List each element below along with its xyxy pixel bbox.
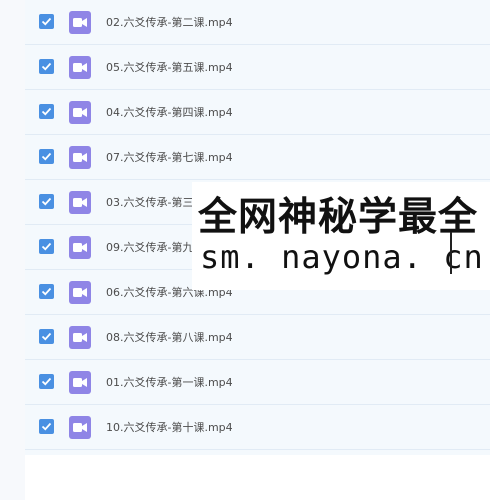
checkbox[interactable] xyxy=(39,14,54,29)
video-file-icon xyxy=(69,56,91,79)
file-name[interactable]: 04.六爻传承-第四课.mp4 xyxy=(106,90,233,135)
file-name[interactable]: 05.六爻传承-第五课.mp4 xyxy=(106,45,233,90)
checkbox[interactable] xyxy=(39,374,54,389)
file-row[interactable]: 08.六爻传承-第八课.mp4 xyxy=(25,315,490,360)
file-name[interactable]: 02.六爻传承-第二课.mp4 xyxy=(106,0,233,45)
watermark-title: 全网神秘学最全 xyxy=(198,195,479,240)
file-row[interactable]: 04.六爻传承-第四课.mp4 xyxy=(25,90,490,135)
watermark-url: sm. nayona. cn xyxy=(200,238,484,276)
video-file-icon xyxy=(69,191,91,214)
checkmark-icon xyxy=(41,332,52,341)
video-file-icon xyxy=(69,371,91,394)
watermark-overlay: 全网神秘学最全 sm. nayona. cn xyxy=(192,182,490,290)
file-name[interactable]: 10.六爻传承-第十课.mp4 xyxy=(106,405,233,450)
left-gutter xyxy=(0,0,25,500)
file-row[interactable]: 02.六爻传承-第二课.mp4 xyxy=(25,0,490,45)
checkmark-icon xyxy=(41,242,52,251)
checkmark-icon xyxy=(41,107,52,116)
checkmark-icon xyxy=(41,152,52,161)
checkmark-icon xyxy=(41,422,52,431)
video-file-icon xyxy=(69,416,91,439)
checkbox[interactable] xyxy=(39,329,54,344)
checkbox[interactable] xyxy=(39,59,54,74)
checkbox[interactable] xyxy=(39,239,54,254)
file-row[interactable]: 01.六爻传承-第一课.mp4 xyxy=(25,360,490,405)
video-file-icon xyxy=(69,11,91,34)
file-row[interactable]: 05.六爻传承-第五课.mp4 xyxy=(25,45,490,90)
checkbox[interactable] xyxy=(39,419,54,434)
checkmark-icon xyxy=(41,197,52,206)
checkbox[interactable] xyxy=(39,284,54,299)
video-file-icon xyxy=(69,326,91,349)
text-cursor xyxy=(450,232,452,274)
video-file-icon xyxy=(69,281,91,304)
checkmark-icon xyxy=(41,62,52,71)
file-row[interactable]: 07.六爻传承-第七课.mp4 xyxy=(25,135,490,180)
file-row[interactable]: 10.六爻传承-第十课.mp4 xyxy=(25,405,490,450)
video-file-icon xyxy=(69,146,91,169)
checkbox[interactable] xyxy=(39,104,54,119)
checkmark-icon xyxy=(41,17,52,26)
file-name[interactable]: 01.六爻传承-第一课.mp4 xyxy=(106,360,233,405)
checkbox[interactable] xyxy=(39,194,54,209)
checkmark-icon xyxy=(41,377,52,386)
checkbox[interactable] xyxy=(39,149,54,164)
video-file-icon xyxy=(69,236,91,259)
checkmark-icon xyxy=(41,287,52,296)
file-name[interactable]: 07.六爻传承-第七课.mp4 xyxy=(106,135,233,180)
video-file-icon xyxy=(69,101,91,124)
file-name[interactable]: 08.六爻传承-第八课.mp4 xyxy=(106,315,233,360)
